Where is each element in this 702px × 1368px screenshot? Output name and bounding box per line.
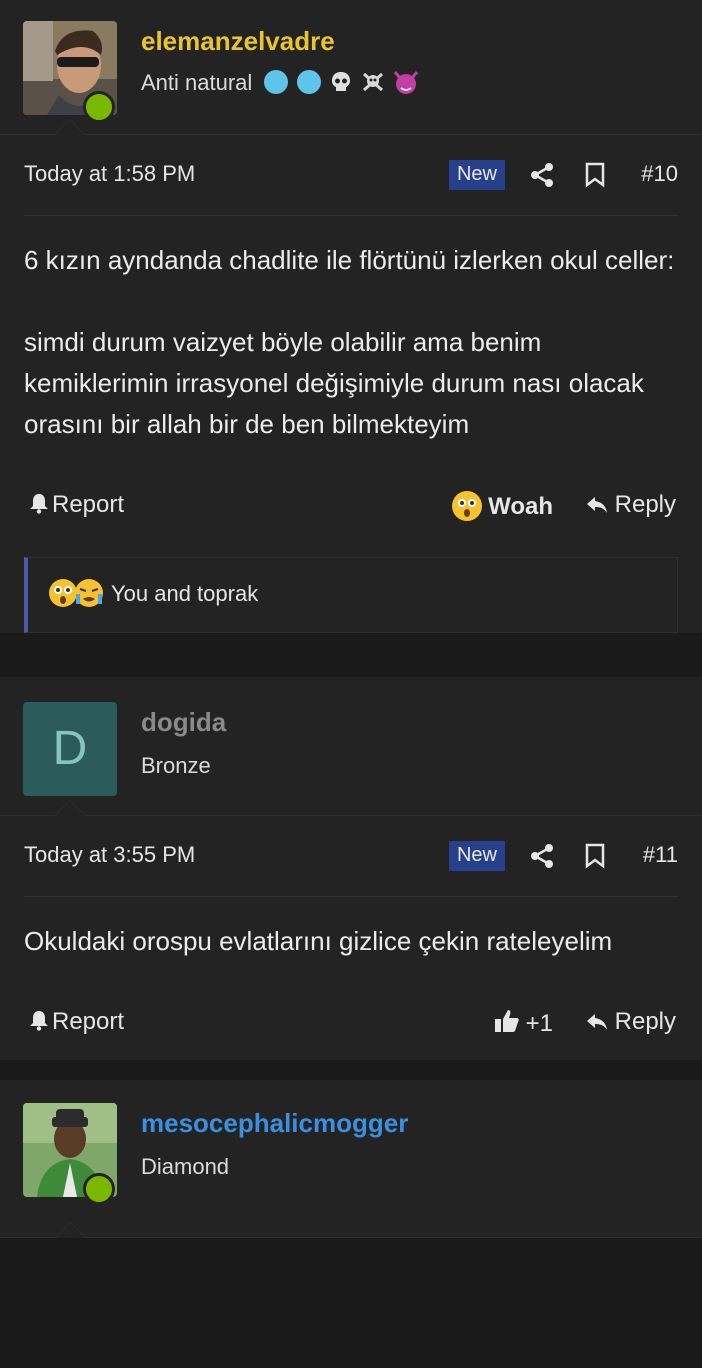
user-block-arrow [54,119,86,135]
post-paragraph: simdi durum vaizyet böyle olabilir ama b… [24,327,644,439]
post: elemanzelvadre Anti natural Today at 1:5… [0,0,702,633]
new-badge: New [448,160,505,190]
thumbs-up-icon [494,1010,519,1032]
bookmark-icon[interactable] [584,162,606,188]
bookmark-icon[interactable] [584,843,606,869]
reply-button[interactable]: Reply [585,1008,676,1036]
devil-face-icon [393,70,419,100]
online-status-dot [83,1173,115,1205]
reply-icon [586,1014,607,1030]
user-block-arrow [54,800,86,816]
post-separator [0,1060,702,1080]
post-paragraph: 6 kızın ayndanda chadlite ile flörtünü i… [24,245,675,275]
reaction-label: Woah [488,493,553,520]
user-title: Diamond [141,1154,230,1179]
user-title-text: Anti natural [141,70,253,95]
bell-icon [30,494,48,514]
new-badge: New [448,841,505,871]
post-date[interactable]: Today at 1:58 PM [24,161,195,187]
username[interactable]: elemanzelvadre [141,26,335,57]
online-status-dot [83,91,115,123]
report-button[interactable]: Report [28,491,124,519]
username[interactable]: dogida [141,707,226,738]
avatar[interactable]: D [23,702,117,796]
reply-label: Reply [614,491,676,518]
reactions-summary[interactable]: You and toprak [24,557,678,633]
post-body: Okuldaki orospu evlatlarını gizlice çeki… [24,897,678,962]
share-icon[interactable] [530,843,554,869]
share-icon[interactable] [530,162,554,188]
reactions-users: You and toprak [111,581,259,606]
post: mesocephalicmogger Diamond [0,1080,702,1238]
astonished-face-icon [452,491,483,521]
reply-icon [586,497,607,513]
crying-face-icon [75,579,103,607]
post-number[interactable]: #11 [643,842,678,868]
post-user-block: D dogida Bronze [0,677,702,816]
user-title: Bronze [141,753,211,778]
username[interactable]: mesocephalicmogger [141,1108,408,1139]
post-user-block: elemanzelvadre Anti natural [0,0,702,135]
cold-face-icon [296,70,321,94]
post-number[interactable]: #10 [641,161,678,187]
post-meta: Today at 3:55 PM New #11 [24,816,678,897]
post-user-block: mesocephalicmogger Diamond [0,1080,702,1238]
post-separator [0,657,702,677]
like-count: +1 [525,1010,553,1037]
post: D dogida Bronze Today at 3:55 PM New #11… [0,677,702,1060]
user-block-arrow [54,1222,86,1238]
like-button[interactable]: +1 [494,1008,553,1038]
skull-crossbones-icon [361,70,385,100]
reply-button[interactable]: Reply [585,491,676,519]
bell-icon [30,1011,48,1031]
post-date[interactable]: Today at 3:55 PM [24,842,195,868]
skull-icon [329,70,353,100]
post-actions: Report +1 Reply [24,986,678,1060]
reaction-icons [48,578,104,613]
post-paragraph: Okuldaki orospu evlatlarını gizlice çeki… [24,926,613,956]
cold-face-icon [264,70,289,94]
post-body: 6 kızın ayndanda chadlite ile flörtünü i… [24,216,678,445]
reaction-button[interactable]: Woah [452,491,553,521]
report-label: Report [52,491,125,518]
reply-label: Reply [614,1008,676,1035]
post-actions: Report Woah Reply [24,469,678,547]
report-button[interactable]: Report [28,1008,124,1036]
report-label: Report [52,1008,125,1035]
post-meta: Today at 1:58 PM New #10 [24,135,678,216]
user-title: Anti natural [141,70,419,100]
